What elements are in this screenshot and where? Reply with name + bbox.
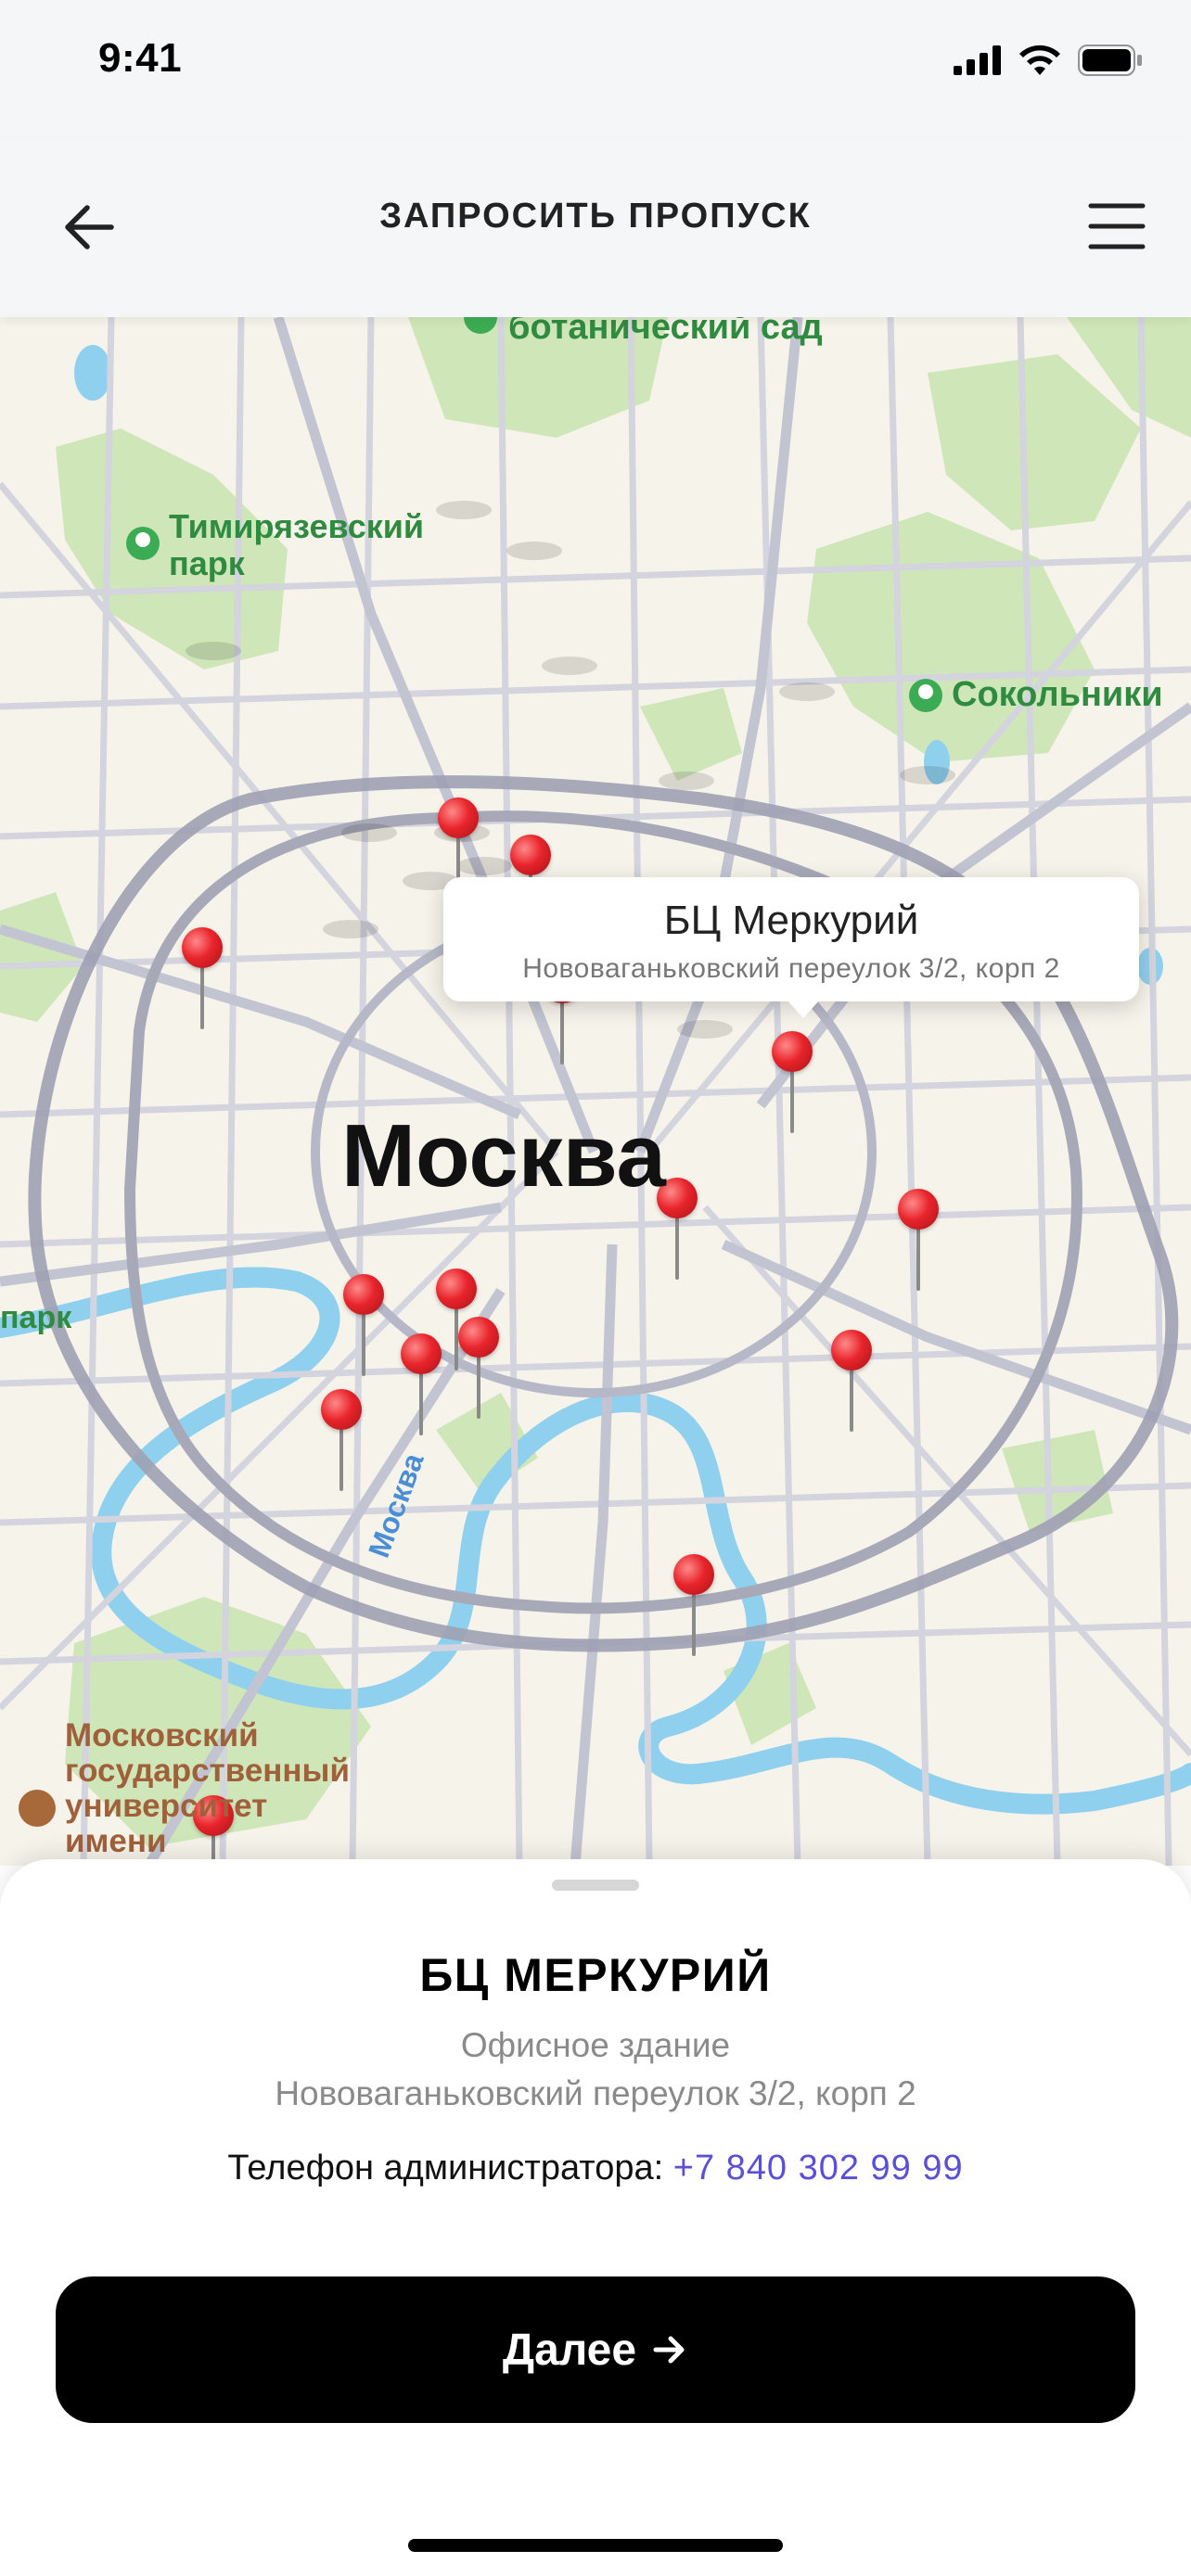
map-label-university-4: имени [65,1823,167,1859]
map-label-sokolniki: Сокольники [952,675,1163,714]
map-label-city: Москва [341,1106,666,1205]
admin-phone-label: Телефон администратора: [227,2149,664,2187]
location-title: БЦ МЕРКУРИЙ [419,1949,772,2001]
map-pin[interactable] [772,1031,813,1142]
wifi-icon [1019,45,1060,75]
home-indicator [408,2539,783,2552]
map-pin[interactable] [401,1333,442,1445]
sheet-drag-handle[interactable] [552,1880,639,1891]
map-pin[interactable] [182,927,223,1039]
callout-title: БЦ Меркурий [663,898,919,943]
admin-phone-row: Телефон администратора: +7 840 302 99 99 [0,2149,1191,2188]
battery-icon [1078,45,1142,76]
page-title: ЗАПРОСИТЬ ПРОПУСК [379,197,812,236]
map-label-park-2: парк [169,544,245,582]
location-address: Нововаганьковский переулок 3/2, корп 2 [275,2074,916,2112]
navigation-bar: ЗАПРОСИТЬ ПРОПУСК [0,139,1191,317]
status-icons [954,45,1143,76]
map-label-park: Тимирязевский [169,507,425,545]
map[interactable]: ботанический сад Тимирязевский парк Соко… [0,317,1191,1866]
map-pin[interactable] [458,1317,499,1428]
admin-phone-link[interactable]: +7 840 302 99 99 [673,2149,964,2187]
map-pin[interactable] [831,1330,872,1441]
map-label-garden: ботанический сад [508,317,823,347]
next-button[interactable]: Далее [56,2276,1135,2423]
bottom-sheet: БЦ МЕРКУРИЙ Офисное здание Нововаганьков… [0,1859,1191,2576]
arrow-right-icon [653,2336,685,2364]
map-pin[interactable] [343,1274,384,1385]
cellular-signal-icon [954,45,1001,75]
map-label-university-3: университет [65,1788,268,1824]
map-label-park-edge: парк [0,1300,72,1335]
location-callout[interactable]: БЦ Меркурий Нововаганьковский переулок 3… [443,877,1139,1018]
location-type: Офисное здание [460,2026,731,2064]
map-pin[interactable] [321,1389,362,1500]
status-time: 9:41 [98,35,183,81]
map-label-university-2: государственный [65,1753,350,1789]
map-pin[interactable] [673,1554,714,1665]
map-pin[interactable] [898,1189,939,1300]
status-bar: 9:41 [0,0,1191,139]
callout-address: Нововаганьковский переулок 3/2, корп 2 [522,953,1060,984]
next-button-label: Далее [502,2325,637,2375]
map-label-university: Московский [65,1717,259,1753]
menu-icon[interactable] [1083,193,1150,260]
